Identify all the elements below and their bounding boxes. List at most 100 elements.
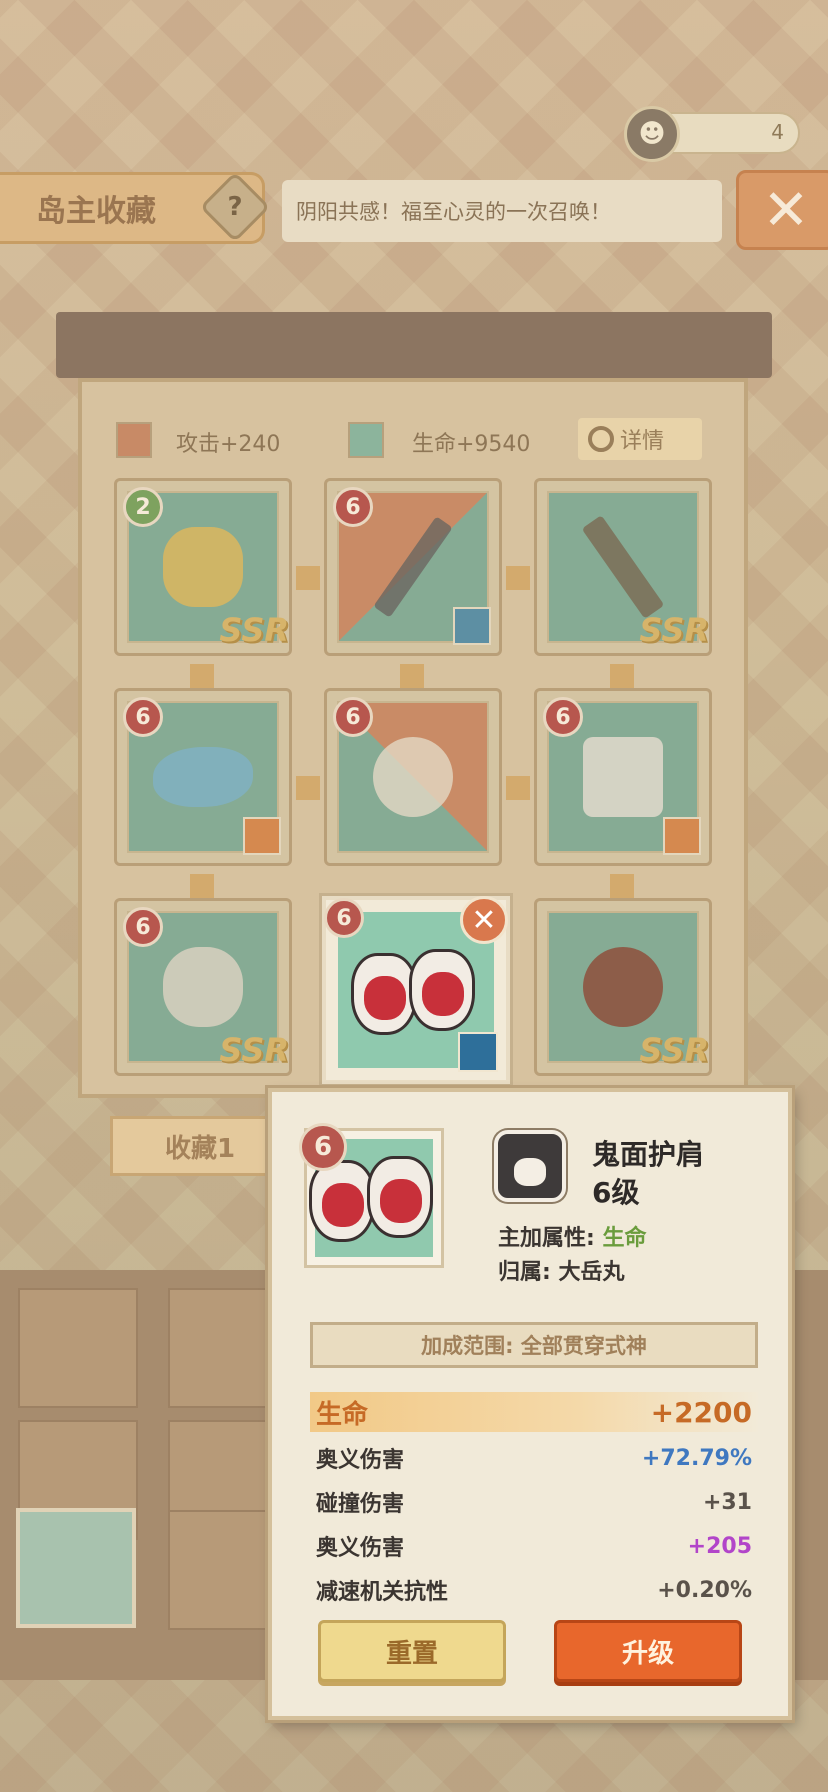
item-grade: 6级: [592, 1176, 640, 1209]
collection-slot[interactable]: 6: [114, 688, 292, 866]
currency-counter: ☻ 4: [624, 106, 800, 162]
collection-tab-label: 收藏1: [164, 1133, 236, 1164]
close-button[interactable]: ✕: [736, 170, 828, 250]
slot-connector: [506, 566, 530, 590]
rock-icon: [163, 947, 243, 1027]
slot-connector: [506, 776, 530, 800]
owner-label: 归属:: [498, 1260, 551, 1285]
mask-left: [309, 1159, 375, 1242]
stat-row: 奥义伤害 +205: [310, 1526, 758, 1566]
bounce-type-icon: [663, 817, 701, 855]
item-title: 鬼面护肩 6级: [592, 1136, 704, 1212]
owner-row: 归属: 大岳丸: [498, 1256, 647, 1290]
slot-level-badge: 6: [333, 697, 373, 737]
ghost-icon: [373, 737, 453, 817]
ssr-badge: SSR: [639, 611, 709, 649]
stat-row: 奥义伤害 +72.79%: [310, 1438, 758, 1478]
stat-row: 碰撞伤害 +31: [310, 1482, 758, 1522]
collection-slot[interactable]: 6 SSR: [114, 898, 292, 1076]
stat-label: 奥义伤害: [316, 1448, 405, 1473]
slot-level-badge: 6: [543, 697, 583, 737]
attack-color-swatch: [116, 422, 152, 458]
ssr-badge: SSR: [219, 611, 289, 649]
mask-face: [322, 1182, 364, 1227]
board-header: [56, 312, 772, 378]
detail-label: 详情: [620, 429, 665, 454]
collection-slot[interactable]: SSR: [534, 478, 712, 656]
owner-value: 大岳丸: [558, 1260, 625, 1285]
currency-value: 4: [771, 120, 784, 144]
collection-slot[interactable]: 6: [324, 478, 502, 656]
item-attributes: 主加属性: 生命 归属: 大岳丸: [498, 1222, 647, 1290]
hand-charm-icon: [163, 527, 243, 607]
stat-label: 生命: [316, 1399, 369, 1430]
slot-connector: [610, 664, 634, 688]
stat-row-main: 生命 +2200: [310, 1392, 758, 1432]
shikigami-avatar: [494, 1130, 566, 1202]
help-icon: ?: [227, 192, 243, 222]
page-title-text: 岛主收藏: [36, 194, 156, 229]
stat-label: 碰撞伤害: [316, 1492, 405, 1517]
upgrade-button[interactable]: 升级: [554, 1620, 742, 1682]
banner-text: 阴阳共感！福至心灵的一次召唤！: [296, 200, 611, 224]
mask-face: [364, 975, 406, 1020]
ribbon-icon: [583, 737, 663, 817]
mask-face: [422, 971, 464, 1016]
stat-row: 减速机关抗性 +0.20%: [310, 1570, 758, 1610]
fish-icon: [153, 747, 253, 807]
slot-level-badge: 6: [123, 907, 163, 947]
bonus-range: 加成范围: 全部贯穿式神: [310, 1322, 758, 1368]
mask-right: [409, 948, 475, 1031]
slot-level-badge: 6: [123, 697, 163, 737]
item-name: 鬼面护肩: [592, 1138, 705, 1171]
stat-value: +72.79%: [641, 1445, 752, 1471]
slot-connector: [296, 566, 320, 590]
slot-level-badge: 6: [333, 487, 373, 527]
mask-left: [351, 952, 417, 1035]
detail-button[interactable]: 详情: [578, 418, 702, 460]
popup-item-card: 6: [299, 1123, 444, 1268]
slot-connector: [190, 874, 214, 898]
pierce-type-icon: [453, 607, 491, 645]
popup-level-badge: 6: [299, 1123, 347, 1171]
reset-button[interactable]: 重置: [318, 1620, 506, 1682]
slot-connector: [610, 874, 634, 898]
collection-slot[interactable]: 2 SSR: [114, 478, 292, 656]
mascot-coin-icon: ☻: [624, 106, 680, 162]
reset-label: 重置: [385, 1638, 438, 1669]
pierce-type-icon: [458, 1032, 498, 1072]
slot-connector: [296, 776, 320, 800]
ssr-badge: SSR: [639, 1031, 709, 1069]
oni-mask-icon: [351, 948, 481, 1039]
main-attr-value: 生命: [602, 1226, 647, 1251]
unequip-button[interactable]: ✕: [460, 896, 508, 944]
stat-value: +205: [687, 1533, 752, 1559]
collection-slot[interactable]: SSR: [534, 898, 712, 1076]
inventory-item[interactable]: [18, 1288, 138, 1408]
event-banner[interactable]: 阴阳共感！福至心灵的一次召唤！: [282, 180, 722, 242]
item-detail-popup: 6 鬼面护肩 6级 主加属性: 生命 归属: 大岳丸 加成范围: 全部贯穿式神 …: [268, 1088, 792, 1720]
slot-connector: [400, 664, 424, 688]
mask-right: [367, 1155, 433, 1238]
vortex-icon: [583, 947, 663, 1027]
main-attr-row: 主加属性: 生命: [498, 1222, 647, 1256]
mask-face: [380, 1178, 422, 1223]
board-stats: 攻击+240 生命+9540 详情: [116, 418, 716, 462]
bonus-range-text: 加成范围: 全部贯穿式神: [421, 1334, 647, 1358]
stat-value: +31: [702, 1489, 752, 1515]
ssr-badge: SSR: [219, 1031, 289, 1069]
close-icon: ✕: [471, 902, 497, 938]
hp-color-swatch: [348, 422, 384, 458]
collection-tab[interactable]: 收藏1: [110, 1116, 290, 1176]
stat-label: 奥义伤害: [316, 1536, 405, 1561]
bounce-type-icon: [243, 817, 281, 855]
stat-value: +2200: [650, 1395, 752, 1429]
slot-level-badge: 6: [324, 898, 364, 938]
collection-slot[interactable]: 6: [534, 688, 712, 866]
collection-slot[interactable]: 6: [324, 688, 502, 866]
hp-stat: 生命+9540: [412, 432, 531, 457]
stat-value: +0.20%: [657, 1577, 752, 1603]
inventory-item[interactable]: [16, 1508, 136, 1628]
main-attr-label: 主加属性:: [498, 1226, 595, 1251]
magnifier-icon: [588, 426, 614, 452]
